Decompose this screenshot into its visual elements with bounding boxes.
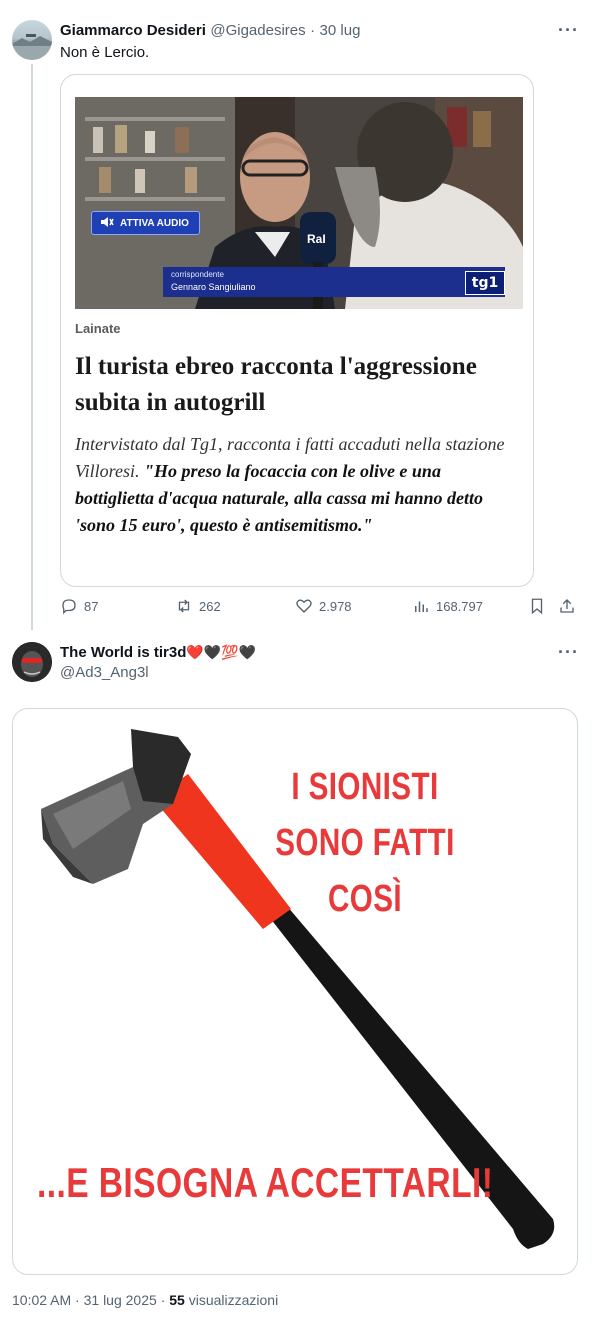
footer-separator: ·	[75, 1292, 80, 1308]
tweet-time[interactable]: 10:02 AM	[12, 1292, 71, 1308]
article-location: Lainate	[75, 321, 121, 336]
like-count: 2.978	[319, 598, 352, 614]
views-button[interactable]: 168.797	[412, 597, 483, 615]
footer-separator-2: ·	[160, 1292, 166, 1308]
meme-top-text: I SIONISTI SONO FATTI COSÌ	[248, 759, 482, 927]
caption-name: Gennaro Sangiuliano	[171, 282, 256, 292]
retweet-count: 262	[199, 598, 221, 614]
views-label: visualizzazioni	[188, 1292, 279, 1308]
name-emoji: ❤️🖤💯🖤	[186, 644, 257, 660]
bookmark-button[interactable]	[528, 597, 546, 615]
views-count: 168.797	[436, 598, 483, 614]
more-dots-icon[interactable]: ···	[558, 642, 579, 663]
header-separator: ·	[310, 22, 316, 39]
video-still[interactable]: RaI ATTIVA AUDIO corrispondente Gennaro …	[75, 97, 523, 309]
meme-top-line-1: I SIONISTI	[291, 766, 439, 808]
tweet-full-date[interactable]: 31 lug 2025	[84, 1292, 157, 1308]
like-button[interactable]: 2.978	[295, 597, 352, 615]
masked-face-avatar-icon	[12, 642, 52, 682]
caption-role: corrispondente	[171, 270, 224, 279]
tweet-date[interactable]: 30 lug	[320, 22, 361, 39]
quoted-image-card[interactable]: RaI ATTIVA AUDIO corrispondente Gennaro …	[60, 74, 534, 587]
thread-connector-line	[31, 64, 33, 630]
views-number: 55	[169, 1292, 185, 1308]
display-name[interactable]: The World is tir3d	[60, 644, 186, 661]
activate-audio-button[interactable]: ATTIVA AUDIO	[91, 211, 200, 235]
meme-bottom-text: ...E BISOGNA ACCETTARLI!	[37, 1159, 494, 1206]
article-lead: Intervistato dal Tg1, racconta i fatti a…	[75, 431, 515, 539]
tweet-header: The World is tir3d❤️🖤💯🖤	[60, 644, 256, 662]
share-icon	[560, 599, 574, 613]
retweet-icon	[178, 599, 190, 613]
avatar[interactable]	[12, 642, 52, 682]
reply-count: 87	[84, 598, 99, 614]
display-name[interactable]: Giammarco Desideri	[60, 22, 206, 39]
tweet-timestamp-line: 10:02 AM · 31 lug 2025 · 55 visualizzazi…	[12, 1292, 278, 1308]
tweet-text: Non è Lercio.	[60, 44, 150, 61]
mic-logo: RaI	[307, 232, 326, 246]
article-headline: Il turista ebreo racconta l'aggressione …	[75, 353, 477, 416]
reply-icon	[62, 599, 76, 615]
share-button[interactable]	[558, 597, 576, 615]
landscape-avatar-icon	[12, 34, 52, 60]
meme-top-line-2: SONO FATTI COSÌ	[275, 822, 455, 920]
user-handle[interactable]: @Ad3_Ang3l	[60, 664, 149, 681]
tg1-logo: tg1	[465, 271, 505, 295]
tweet-actions-bar: 87 262 2.978 168.797	[60, 597, 580, 621]
reply-button[interactable]: 87	[60, 597, 98, 615]
more-dots-icon[interactable]: ···	[558, 20, 579, 41]
avatar[interactable]	[12, 20, 52, 60]
speaker-muted-icon	[100, 216, 114, 231]
user-handle[interactable]: @Gigadesires	[210, 22, 305, 39]
meme-image[interactable]: I SIONISTI SONO FATTI COSÌ ...E BISOGNA …	[12, 708, 578, 1275]
heart-icon	[296, 599, 312, 613]
views-chart-icon	[415, 601, 428, 612]
tweet-header: Giammarco Desideri @Gigadesires · 30 lug	[60, 22, 360, 40]
retweet-button[interactable]: 262	[175, 597, 221, 615]
bookmark-icon	[531, 598, 543, 615]
activate-audio-label: ATTIVA AUDIO	[120, 217, 189, 229]
lower-third-caption: corrispondente Gennaro Sangiuliano	[163, 267, 505, 297]
